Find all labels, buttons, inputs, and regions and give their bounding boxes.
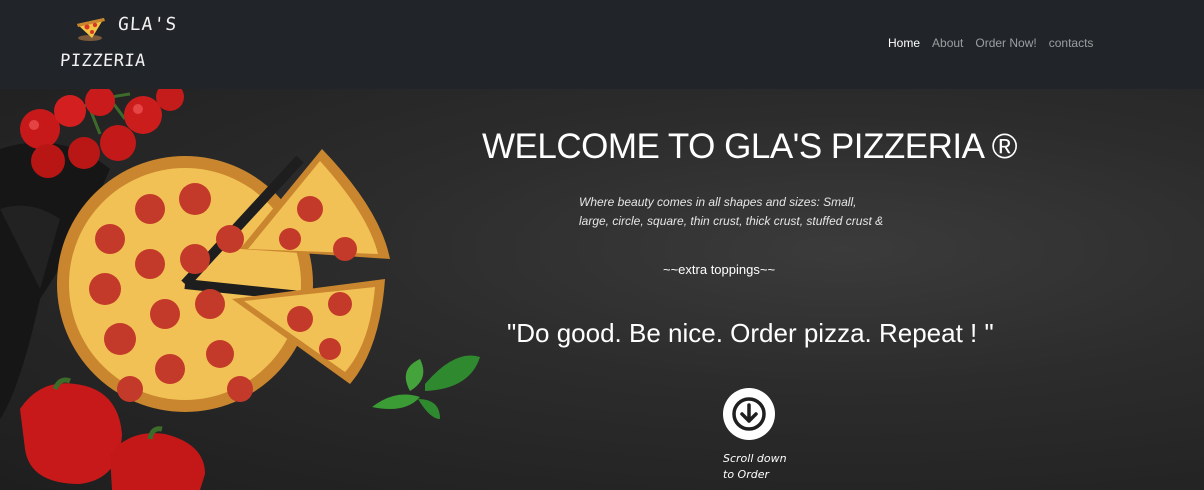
main-nav: Home About Order Now! contacts <box>888 36 1093 50</box>
brand-name-line1: GLA'S <box>117 14 178 35</box>
hero-title: WELCOME TO GLA'S PIZZERIA ® <box>482 127 1018 166</box>
nav-order-now[interactable]: Order Now! <box>975 36 1036 50</box>
scroll-line-1: Scroll down <box>723 452 787 465</box>
scroll-line-2: to Order <box>723 468 769 481</box>
navbar: GLA'S PIZZERIA Home About Order Now! con… <box>0 0 1204 89</box>
hero-section: WELCOME TO GLA'S PIZZERIA ® Where beauty… <box>0 89 1204 490</box>
hero-quote: "Do good. Be nice. Order pizza. Repeat !… <box>507 318 994 348</box>
pizza-hero-image <box>0 89 480 490</box>
tagline-line-1: Where beauty comes in all shapes and siz… <box>579 195 857 209</box>
brand-name-line2: PIZZERIA <box>59 51 147 71</box>
nav-contacts[interactable]: contacts <box>1049 36 1094 50</box>
nav-home[interactable]: Home <box>888 36 920 50</box>
extra-toppings-text: ~~extra toppings~~ <box>663 262 776 277</box>
nav-about[interactable]: About <box>932 36 963 50</box>
scroll-down-label[interactable]: Scroll down to Order <box>723 451 787 483</box>
arrow-down-circle-icon[interactable] <box>723 388 775 440</box>
hero-tagline: Where beauty comes in all shapes and siz… <box>579 193 919 231</box>
tagline-line-2: large, circle, square, thin crust, thick… <box>579 214 884 228</box>
pizza-slice-icon <box>77 18 105 41</box>
brand-logo[interactable]: GLA'S PIZZERIA <box>58 10 188 80</box>
